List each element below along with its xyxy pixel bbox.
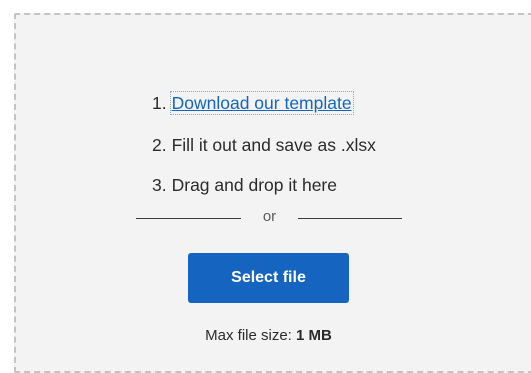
select-file-button[interactable]: Select file — [188, 253, 349, 303]
step-number: 1. — [152, 93, 167, 113]
or-divider: or — [136, 208, 402, 228]
max-size-label: Max file size: — [205, 327, 292, 344]
max-size-value: 1 MB — [296, 327, 332, 344]
step-text: Fill it out and save as .xlsx — [171, 135, 376, 155]
step-number: 2. — [152, 135, 167, 155]
file-drop-zone[interactable]: 1. Download our template 2. Fill it out an… — [14, 13, 531, 373]
max-file-size-note: Max file size: 1 MB — [0, 327, 531, 344]
step-number: 3. — [152, 175, 167, 195]
step-fill-out: 2. Fill it out and save as .xlsx — [152, 135, 376, 156]
divider-line-right — [298, 218, 402, 219]
step-drag-drop: 3. Drag and drop it here — [152, 175, 337, 196]
download-template-link[interactable]: Download our template — [169, 91, 354, 115]
divider-or-text: or — [262, 208, 277, 225]
step-download: 1. Download our template — [152, 91, 354, 115]
step-text: Drag and drop it here — [171, 175, 337, 195]
divider-line-left — [136, 218, 241, 219]
